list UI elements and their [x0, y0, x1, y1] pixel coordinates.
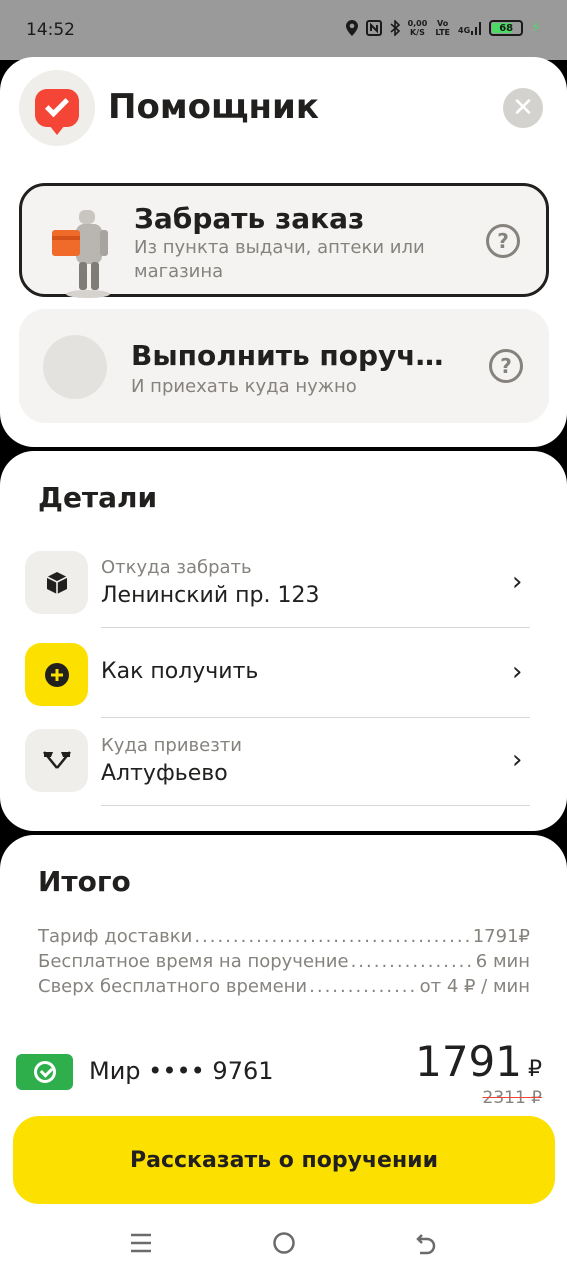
status-time: 14:52 [26, 20, 75, 40]
volte-bottom: LTE [435, 28, 451, 37]
net-speed: 0,00 K/S [408, 19, 428, 37]
chevron-right-icon: › [512, 567, 523, 597]
line-name: Сверх бесплатного времени [38, 976, 308, 997]
volte-indicator: Vo LTE [435, 19, 450, 37]
divider [101, 627, 530, 628]
tariff-line: Тариф доставки 1791₽ [38, 926, 530, 947]
how-to-receive-row[interactable]: Как получить › [0, 637, 567, 725]
courier-illustration-icon [52, 210, 110, 298]
question-icon: ? [500, 354, 512, 378]
price-currency: ₽ [528, 1057, 542, 1082]
location-icon [345, 20, 358, 36]
divider [101, 717, 530, 718]
page-title: Помощник [108, 87, 319, 127]
option-title: Выполнить поручен... [131, 339, 461, 372]
net-speed-value: 0,00 [407, 19, 428, 28]
pickup-address-row[interactable]: Откуда забрать Ленинский пр. 123 › [0, 545, 567, 633]
battery-icon: 68 [489, 20, 524, 36]
option-subtitle: И приехать куда нужно [131, 376, 357, 397]
row-value: Как получить [101, 659, 259, 684]
row-label: Куда привезти [101, 735, 242, 756]
signal-indicator: 4G [458, 21, 482, 35]
total-price: 1791 ₽ [415, 1037, 542, 1086]
divider [101, 805, 530, 806]
help-button[interactable]: ? [489, 349, 523, 383]
close-button[interactable]: ✕ [503, 88, 543, 128]
option-title: Забрать заказ [134, 202, 365, 235]
details-title: Детали [38, 481, 158, 514]
help-button[interactable]: ? [486, 224, 520, 258]
dot-leader [194, 926, 470, 947]
price-value: 1791 [415, 1037, 522, 1086]
chevron-right-icon: › [512, 657, 523, 687]
extra-time-line: Сверх бесплатного времени от 4 ₽ / мин [38, 976, 530, 997]
errand-placeholder-icon [43, 335, 107, 399]
line-value: 6 мин [475, 951, 530, 972]
net-speed-unit: K/S [409, 28, 425, 37]
payment-method[interactable]: Мир •••• 9761 [89, 1057, 274, 1085]
payment-method-icon[interactable] [16, 1054, 73, 1090]
row-value: Ленинский пр. 123 [101, 583, 320, 608]
question-icon: ? [497, 229, 509, 253]
line-value: 1791₽ [472, 926, 530, 947]
nfc-icon [365, 20, 382, 36]
line-name: Тариф доставки [38, 926, 193, 947]
flags-icon [25, 729, 88, 792]
free-time-line: Бесплатное время на поручение 6 мин [38, 951, 530, 972]
row-value: Алтуфьево [101, 761, 228, 786]
old-price: 2311 ₽ [482, 1088, 542, 1108]
service-selector-card: Помощник ✕ Забрать заказ Из пункта выдач… [0, 57, 567, 447]
totals-title: Итого [38, 865, 131, 898]
status-bar: 14:52 0,00 K/S Vo LTE 4G 68 ⚡ [0, 0, 567, 60]
bluetooth-icon [390, 20, 400, 36]
volte-top: Vo [437, 19, 449, 28]
totals-card: Итого Тариф доставки 1791₽ Бесплатное вр… [0, 835, 567, 1280]
box-icon [25, 551, 88, 614]
details-card: Детали Откуда забрать Ленинский пр. 123 … [0, 451, 567, 831]
option-run-errand[interactable]: Выполнить поручен... И приехать куда нуж… [19, 309, 549, 423]
chevron-right-icon: › [512, 745, 523, 775]
back-icon[interactable] [414, 1231, 438, 1262]
describe-errand-button[interactable]: Рассказать о поручении [13, 1116, 555, 1204]
option-subtitle: Из пункта выдачи, аптеки или магазина [134, 237, 425, 282]
checkmark-badge-icon [35, 89, 79, 135]
dot-leader [351, 951, 474, 972]
line-name: Бесплатное время на поручение [38, 951, 349, 972]
charging-icon: ⚡ [531, 20, 541, 36]
destination-row[interactable]: Куда привезти Алтуфьево › [0, 725, 567, 813]
line-value: от 4 ₽ / мин [419, 976, 530, 997]
system-nav-bar [0, 1221, 567, 1280]
app-logo [19, 70, 95, 146]
plus-icon [25, 643, 88, 706]
option-pickup-order[interactable]: Забрать заказ Из пункта выдачи, аптеки и… [19, 183, 549, 298]
dot-leader [309, 976, 417, 997]
signal-label: 4G [458, 26, 471, 35]
status-icons: 0,00 K/S Vo LTE 4G 68 ⚡ [345, 19, 541, 37]
close-icon: ✕ [512, 93, 534, 123]
row-label: Откуда забрать [101, 557, 252, 578]
menu-icon[interactable] [129, 1231, 153, 1261]
battery-level: 68 [499, 22, 514, 34]
home-icon[interactable] [272, 1231, 296, 1262]
signal-icon [471, 22, 482, 35]
